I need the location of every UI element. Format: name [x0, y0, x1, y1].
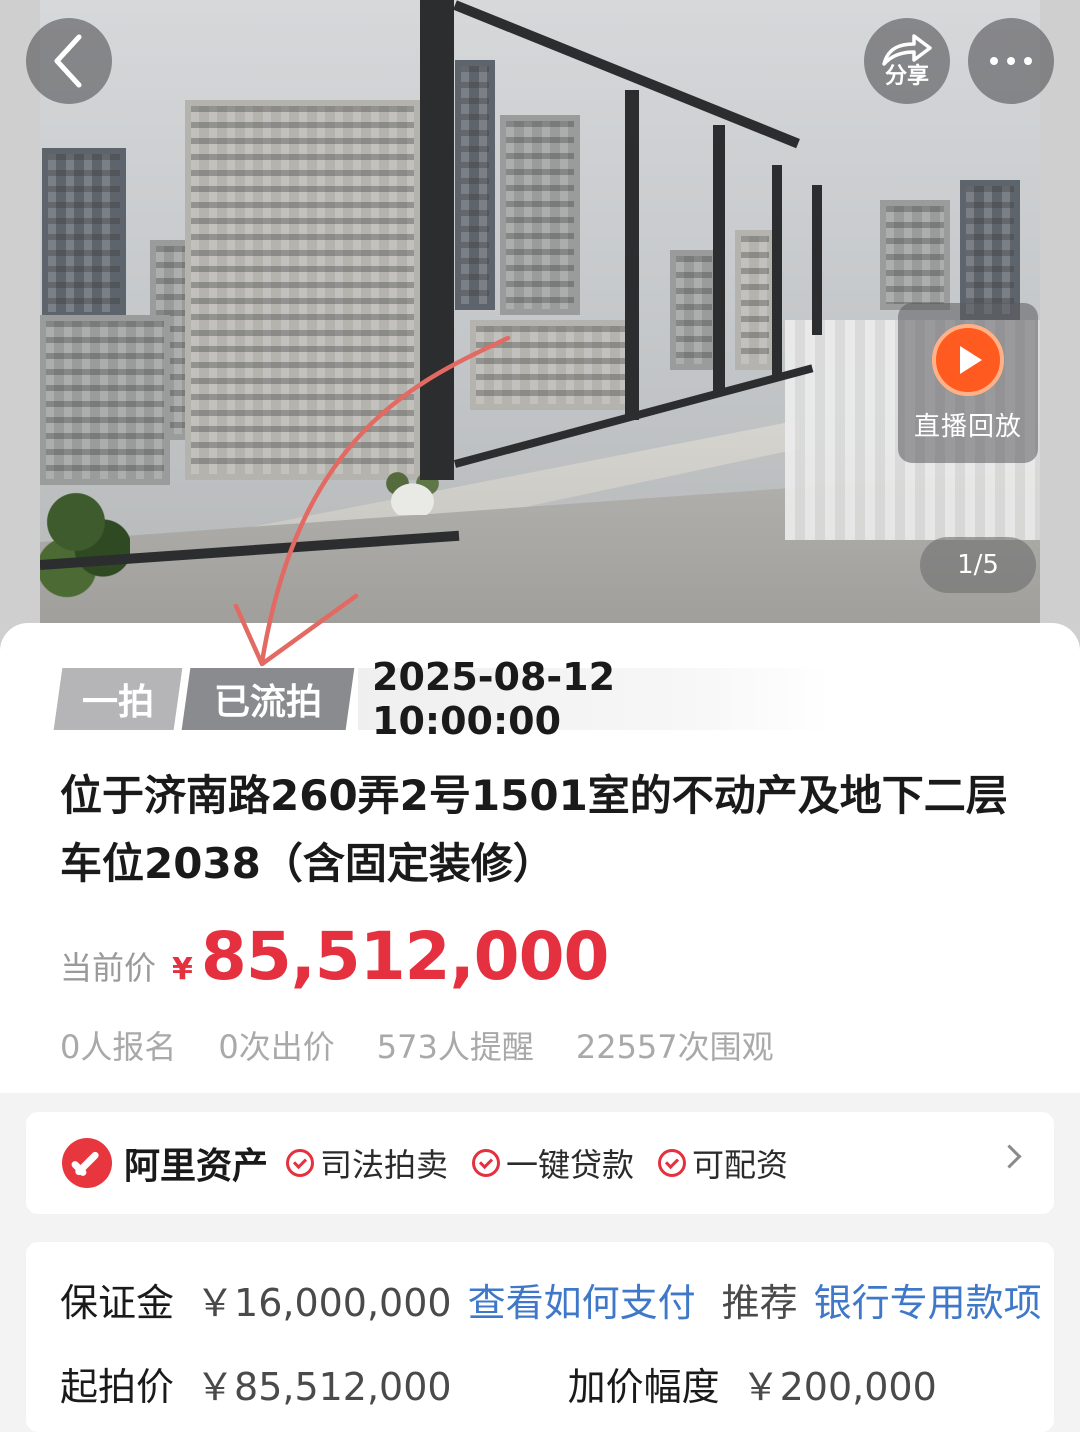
back-button[interactable]	[26, 18, 112, 104]
deposit-label: 保证金	[60, 1281, 175, 1325]
share-label: 分享	[884, 64, 929, 89]
play-icon	[932, 323, 1004, 396]
deposit-value: ￥16,000,000	[196, 1281, 452, 1325]
start-price-value: ￥85,512,000	[196, 1365, 452, 1409]
check-circle-icon	[286, 1149, 315, 1177]
bid-count: 0次出价	[218, 1028, 335, 1066]
share-arrow-icon	[882, 34, 932, 66]
bank-payment-link[interactable]: 银行专用款项	[814, 1272, 1042, 1327]
increment-label: 加价幅度	[567, 1365, 720, 1409]
photo-plant	[40, 470, 130, 600]
currency-symbol: ¥	[172, 952, 193, 987]
check-circle-icon	[658, 1149, 687, 1177]
recommend-label: 推荐	[721, 1281, 798, 1325]
photo-building	[960, 180, 1020, 320]
feature-badge: 司法拍卖	[286, 1140, 448, 1186]
deposit-row: 保证金 ￥16,000,000 查看如何支付 推荐 银行专用款项	[60, 1272, 1068, 1327]
photo-edge	[0, 0, 40, 650]
auction-datetime: 2025-08-12 10:00:00	[358, 655, 832, 743]
photo-window-frame	[625, 90, 639, 420]
photo-window-frame	[812, 185, 822, 335]
current-price-row: 当前价 ¥ 85,512,000	[60, 918, 610, 995]
ali-asset-logo-icon	[62, 1138, 112, 1188]
increment-value: ￥200,000	[741, 1365, 937, 1409]
feature-label: 可配资	[692, 1146, 789, 1184]
feature-label: 一键贷款	[506, 1146, 635, 1184]
live-replay-label: 直播回放	[913, 411, 1022, 442]
share-button[interactable]: 分享	[864, 18, 950, 104]
status-tag: 已流拍	[181, 668, 355, 730]
photo-edge	[1040, 0, 1080, 650]
photo-window-frame	[772, 165, 782, 380]
photo-window-frame	[713, 125, 725, 395]
check-circle-icon	[472, 1149, 501, 1177]
photo-building	[42, 148, 126, 318]
photo-building	[735, 230, 775, 370]
feature-badge: 可配资	[658, 1140, 788, 1186]
service-badges-row[interactable]: 阿里资产 司法拍卖 一键贷款 可配资	[26, 1112, 1054, 1214]
auction-status-row: 一拍 已流拍 2025-08-12 10:00:00	[53, 655, 832, 743]
feature-label: 司法拍卖	[320, 1146, 449, 1184]
more-button[interactable]	[968, 18, 1054, 104]
view-count: 22557次围观	[575, 1028, 774, 1066]
start-price-row: 起拍价 ￥85,512,000 加价幅度 ￥200,000	[60, 1356, 953, 1411]
photo-building	[500, 115, 580, 315]
current-price: 85,512,000	[200, 918, 610, 995]
round-tag: 一拍	[53, 668, 183, 730]
price-label: 当前价	[60, 949, 157, 987]
brand-name: 阿里资产	[124, 1146, 269, 1187]
chevron-right-icon	[997, 1144, 1022, 1169]
more-dots-icon	[990, 57, 1032, 65]
photo-building	[185, 100, 420, 480]
feature-badge: 一键贷款	[472, 1140, 634, 1186]
photo-window-frame	[420, 0, 454, 480]
image-counter: 1/5	[920, 537, 1036, 593]
photo-building	[880, 200, 950, 310]
auction-stats: 0人报名 0次出价 573人提醒 22557次围观	[60, 1022, 774, 1068]
reminder-count: 573人提醒	[376, 1028, 534, 1066]
auction-details-card: 保证金 ￥16,000,000 查看如何支付 推荐 银行专用款项 起拍价 ￥85…	[26, 1242, 1054, 1432]
photo-building	[670, 250, 718, 370]
photo-building	[455, 60, 495, 310]
how-to-pay-link[interactable]: 查看如何支付	[468, 1272, 696, 1327]
chevron-left-icon	[54, 34, 82, 88]
start-price-label: 起拍价	[60, 1365, 175, 1409]
live-replay-button[interactable]: 直播回放	[898, 303, 1038, 463]
signup-count: 0人报名	[60, 1028, 177, 1066]
photo-building	[470, 320, 635, 410]
photo-building	[40, 315, 170, 485]
property-title: 位于济南路260弄2号1501室的不动产及地下二层车位2038（含固定装修）	[60, 771, 1008, 888]
